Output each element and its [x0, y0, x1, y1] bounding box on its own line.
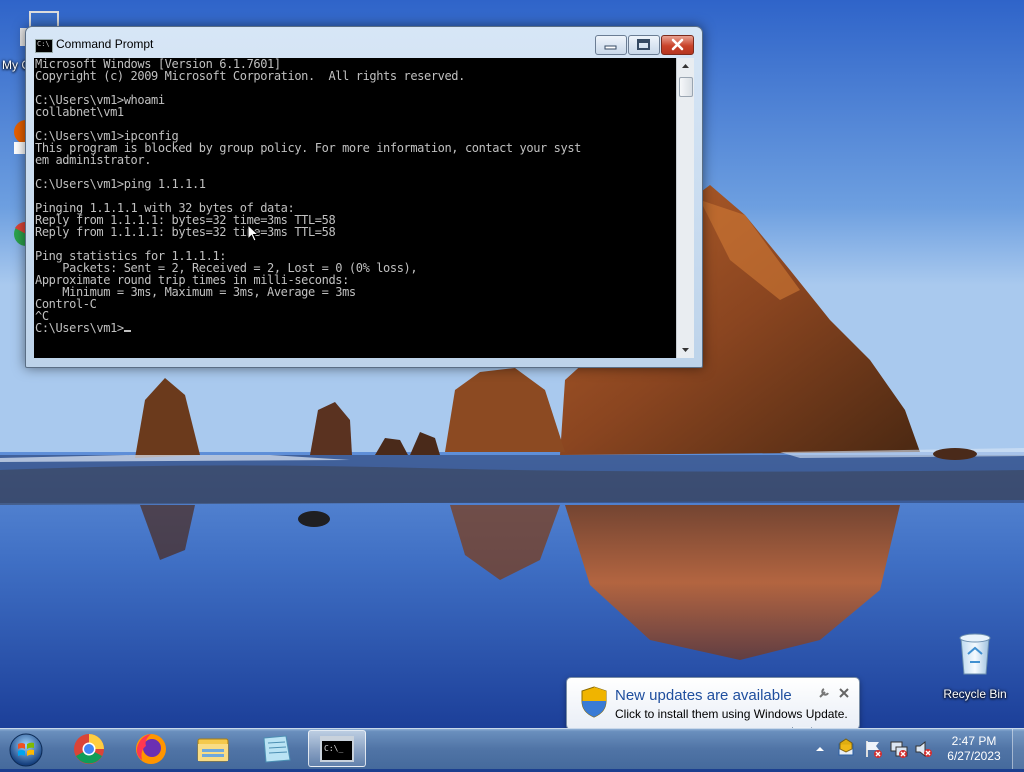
scrollbar-thumb[interactable] — [679, 77, 693, 97]
console-prompt: C:\Users\vm1> — [35, 321, 124, 335]
notification-body[interactable]: Click to install them using Windows Upda… — [615, 707, 848, 721]
taskbar-notepad[interactable] — [246, 730, 304, 767]
text-cursor — [123, 330, 131, 332]
mouse-pointer-icon — [247, 224, 259, 242]
clock-date: 6/27/2023 — [947, 749, 1001, 763]
vertical-scrollbar[interactable] — [676, 58, 694, 358]
console-line: collabnet\vm1 — [35, 105, 124, 119]
svg-text:C:\_: C:\_ — [324, 744, 343, 753]
console-line: em administrator. — [35, 153, 152, 167]
close-icon — [671, 38, 684, 51]
command-prompt-icon: C:\ — [35, 39, 53, 53]
recycle-bin-shortcut[interactable]: Recycle Bin — [940, 628, 1010, 701]
command-prompt-icon: C:\_ — [320, 736, 354, 762]
firefox-icon — [136, 734, 166, 764]
command-prompt-window[interactable]: C:\ Command Prompt Microsoft Windows [Ve… — [25, 26, 703, 368]
network-icon[interactable] — [889, 739, 909, 759]
recycle-bin-label: Recycle Bin — [943, 687, 1007, 701]
arrow-up-icon — [682, 64, 689, 68]
taskbar-command-prompt[interactable]: C:\_ — [308, 730, 366, 767]
start-button[interactable] — [0, 730, 54, 767]
chrome-icon — [74, 734, 104, 764]
show-desktop-button[interactable] — [1012, 729, 1024, 769]
taskbar-firefox[interactable] — [122, 730, 180, 767]
console-text: Microsoft Windows [Version 6.1.7601] Cop… — [34, 58, 676, 322]
clock-time: 2:47 PM — [951, 734, 997, 748]
console-line: Copyright (c) 2009 Microsoft Corporation… — [35, 69, 465, 83]
maximize-button[interactable] — [628, 35, 660, 55]
minimize-button[interactable] — [595, 35, 627, 55]
console-line: C:\Users\vm1>ping 1.1.1.1 — [35, 177, 206, 191]
close-button[interactable] — [661, 35, 694, 55]
action-center-icon[interactable] — [864, 739, 884, 759]
close-icon[interactable] — [837, 686, 851, 700]
start-orb-icon — [9, 733, 43, 767]
scroll-down-button[interactable] — [677, 341, 694, 358]
taskbar: C:\_ 2:47 PM 6/27/2023 — [0, 728, 1024, 769]
window-title: Command Prompt — [56, 37, 154, 51]
wrench-icon[interactable] — [817, 686, 831, 700]
windows-update-tray-icon[interactable] — [836, 738, 856, 758]
arrow-down-icon — [682, 348, 689, 352]
scroll-up-button[interactable] — [677, 58, 694, 75]
taskbar-file-explorer[interactable] — [184, 730, 242, 767]
window-titlebar[interactable]: C:\ Command Prompt — [26, 27, 702, 59]
volume-icon[interactable] — [914, 739, 934, 759]
console-output[interactable]: Microsoft Windows [Version 6.1.7601] Cop… — [34, 58, 676, 358]
notification-title: New updates are available — [615, 687, 792, 704]
show-hidden-icons-icon[interactable] — [814, 743, 826, 755]
recycle-bin-icon — [959, 633, 991, 675]
notepad-icon — [263, 735, 291, 763]
windows-update-notification[interactable]: New updates are available Click to insta… — [566, 677, 860, 730]
file-explorer-icon — [197, 738, 229, 762]
security-shield-icon — [581, 686, 607, 718]
taskbar-chrome[interactable] — [60, 730, 118, 767]
console-line: Reply from 1.1.1.1: bytes=32 time=3ms TT… — [35, 225, 336, 239]
maximize-icon — [637, 39, 650, 50]
system-clock[interactable]: 2:47 PM 6/27/2023 — [940, 734, 1008, 764]
minimize-icon — [604, 45, 617, 50]
